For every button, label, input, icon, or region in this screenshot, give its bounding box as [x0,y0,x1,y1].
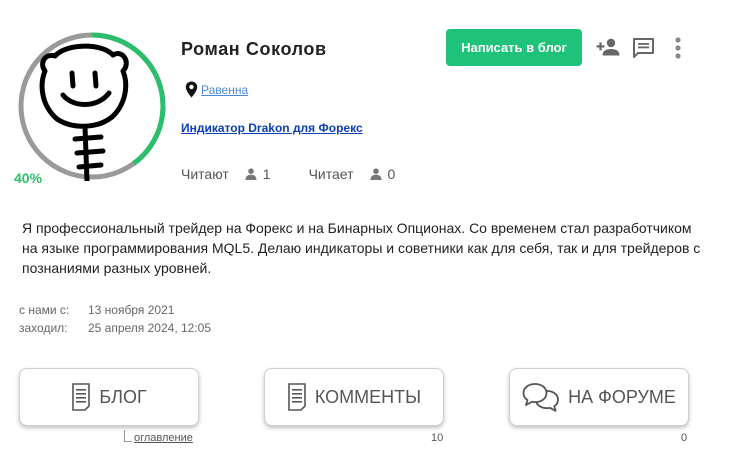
add-friend-icon[interactable] [595,36,621,58]
follow-stats: Читают 1 Читает 0 [181,166,395,182]
location: Равенна [185,81,248,98]
meta-value: 13 ноября 2021 [88,303,175,317]
message-icon[interactable] [632,37,654,59]
meta-row-last-seen: заходил: 25 апреля 2024, 12:05 [19,319,211,337]
comments-button[interactable]: КОММЕНТЫ [264,368,444,426]
user-name: Роман Соколов [181,39,327,59]
document-icon [288,383,306,411]
followers-count: 1 [262,166,271,182]
blog-button[interactable]: БЛОГ [19,368,199,426]
person-icon [245,168,257,180]
blog-button-label: БЛОГ [99,386,147,407]
following-stat[interactable]: Читает 0 [309,166,396,182]
toc-link[interactable]: оглавление [134,432,193,444]
comments-button-label: КОММЕНТЫ [314,386,422,407]
write-blog-button[interactable]: Написать в блог [446,29,582,66]
meta-row-joined: с нами с: 13 ноября 2021 [19,301,211,319]
avatar-drawing [39,43,129,181]
toc-connector [124,430,132,442]
avatar[interactable] [17,31,167,181]
meta-key: с нами с: [19,303,70,317]
more-vertical-icon[interactable] [672,36,684,60]
following-label: Читает [308,166,354,182]
person-icon [370,168,382,180]
following-count: 0 [387,166,396,182]
profile-meta: с нами с: 13 ноября 2021 заходил: 25 апр… [19,301,211,337]
chat-bubbles-icon [522,383,560,412]
forum-count: 0 [681,432,688,444]
user-bio: Я профессиональный трейдер на Форекс и н… [22,220,701,276]
followers-label: Читают [181,166,229,182]
forum-button-label: НА ФОРУМЕ [568,386,676,407]
meta-key: заходил: [19,321,68,335]
meta-value: 25 апреля 2024, 12:05 [88,321,212,335]
location-pin-icon [185,81,198,98]
document-icon [72,383,91,411]
profile-progress-label: 40% [14,170,43,186]
comments-count: 10 [431,432,444,444]
location-link[interactable]: Равенна [201,83,248,97]
product-link[interactable]: Индикатор Drakon для Форекс [181,121,363,135]
followers-stat[interactable]: Читают 1 [181,166,271,182]
forum-button[interactable]: НА ФОРУМЕ [509,368,689,426]
